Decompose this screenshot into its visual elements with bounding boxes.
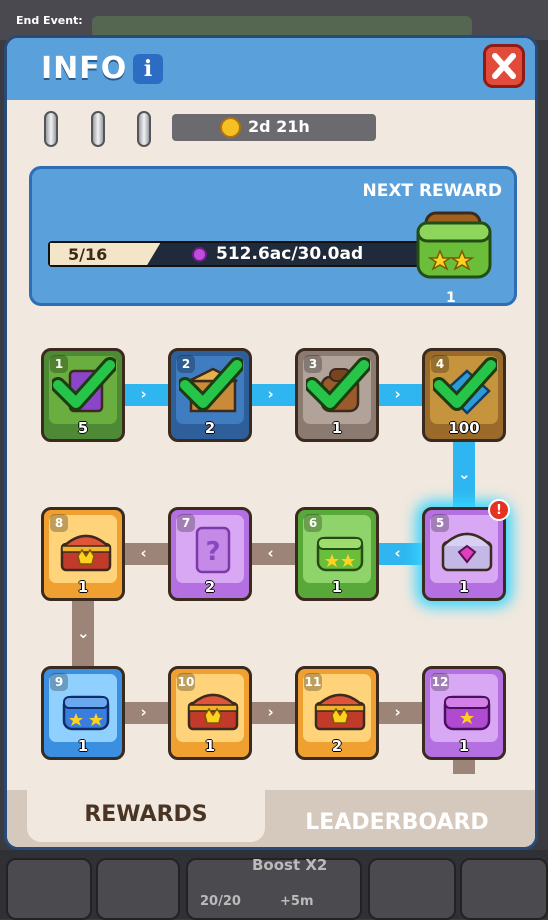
reward-number: 4 <box>431 355 449 373</box>
progress-value: 512.6ac/30.0ad <box>216 244 364 264</box>
close-x-icon <box>492 53 516 79</box>
reward-node-4[interactable]: 4 100 <box>422 348 506 442</box>
panel-title: INFO <box>41 51 128 86</box>
reward-number: 8 <box>50 514 68 532</box>
shop-dock-button[interactable] <box>6 858 92 920</box>
reward-node-3[interactable]: 31 <box>295 348 379 442</box>
boost-time: +5m <box>280 894 314 909</box>
reward-number: 2 <box>177 355 195 373</box>
reward-node-8[interactable]: 81 <box>41 507 125 601</box>
reward-count: 1 <box>204 737 216 755</box>
reward-node-6[interactable]: 61 <box>295 507 379 601</box>
ring <box>137 111 151 147</box>
reward-node-7[interactable]: ? 7 2 <box>168 507 252 601</box>
connector-arrow-icon: ‹ <box>140 544 147 562</box>
reward-progress-bar: 5/16 512.6ac/30.0ad <box>48 241 420 267</box>
reward-count: 5 <box>77 419 89 437</box>
reward-count: 1 <box>331 419 343 437</box>
connector-arrow-icon: ‹ <box>394 544 401 562</box>
path-12-next <box>453 760 475 774</box>
reward-number: 12 <box>431 673 449 691</box>
home-dock-button[interactable] <box>368 858 456 920</box>
reward-node-2[interactable]: 22 <box>168 348 252 442</box>
connector-arrow-icon: › <box>267 385 274 403</box>
reward-count: 2 <box>204 419 216 437</box>
connector-arrow-icon: ⌄ <box>77 623 90 642</box>
reward-count: 1 <box>77 578 89 596</box>
reward-number: 6 <box>304 514 322 532</box>
trophy-dock-button[interactable] <box>96 858 180 920</box>
end-event-label: End Event: <box>16 14 83 27</box>
clock-icon <box>220 117 241 138</box>
progress-count: 5/16 <box>68 245 108 264</box>
ring <box>44 111 58 147</box>
next-reward-card: NEXT REWARD 5/16 512.6ac/30.0ad 1 <box>29 166 517 306</box>
tab-rewards-label: REWARDS <box>84 802 208 827</box>
connector-arrow-icon: › <box>394 385 401 403</box>
reward-count: 1 <box>77 737 89 755</box>
boost-dock-button[interactable]: Boost X2 20/20 +5m <box>186 856 362 920</box>
reward-count: 100 <box>448 419 480 437</box>
reward-node-12[interactable]: 12 1 <box>422 666 506 760</box>
viking-dock-button[interactable] <box>460 858 548 920</box>
close-button[interactable] <box>483 44 525 88</box>
reward-count: 2 <box>204 578 216 596</box>
reward-node-1[interactable]: 15 <box>41 348 125 442</box>
alert-badge: ! <box>488 499 510 521</box>
green-backpack-icon <box>416 211 492 279</box>
tab-rewards[interactable]: REWARDS <box>27 790 265 842</box>
reward-count: 1 <box>331 578 343 596</box>
reward-number: 9 <box>50 673 68 691</box>
boost-label: Boost X2 <box>252 856 328 874</box>
next-reward-count: 1 <box>446 290 456 306</box>
timer-text: 2d 21h <box>248 117 310 136</box>
reward-number: 1 <box>50 355 68 373</box>
connector-arrow-icon: › <box>140 385 147 403</box>
connector-arrow-icon: › <box>267 703 274 721</box>
connector-arrow-icon: › <box>394 703 401 721</box>
purple-gem-icon <box>192 247 207 262</box>
reward-number: 11 <box>304 673 322 691</box>
event-timer: 2d 21h <box>172 114 376 141</box>
info-panel: INFO i 2d 21h NEXT REWARD 5/16 512.6ac/3… <box>4 35 538 850</box>
reward-number: 10 <box>177 673 195 691</box>
ring <box>91 111 105 147</box>
connector-arrow-icon: › <box>140 703 147 721</box>
reward-node-10[interactable]: 10 1 <box>168 666 252 760</box>
reward-number: 5 <box>431 514 449 532</box>
svg-text:?: ? <box>205 537 220 567</box>
connector-arrow-icon: ⌄ <box>458 464 471 483</box>
connector-arrow-icon: ‹ <box>267 544 274 562</box>
info-icon[interactable]: i <box>133 54 163 84</box>
reward-number: 7 <box>177 514 195 532</box>
reward-count: 1 <box>458 737 470 755</box>
tab-leaderboard[interactable]: LEADERBOARD <box>277 810 517 835</box>
reward-node-9[interactable]: 91 <box>41 666 125 760</box>
reward-number: 3 <box>304 355 322 373</box>
panel-header: INFO i <box>7 38 535 100</box>
reward-count: 1 <box>458 578 470 596</box>
reward-node-5[interactable]: 51 <box>422 507 506 601</box>
boost-count: 20/20 <box>200 894 241 909</box>
reward-node-11[interactable]: 11 2 <box>295 666 379 760</box>
reward-count: 2 <box>331 737 343 755</box>
next-reward-label: NEXT REWARD <box>362 181 502 201</box>
